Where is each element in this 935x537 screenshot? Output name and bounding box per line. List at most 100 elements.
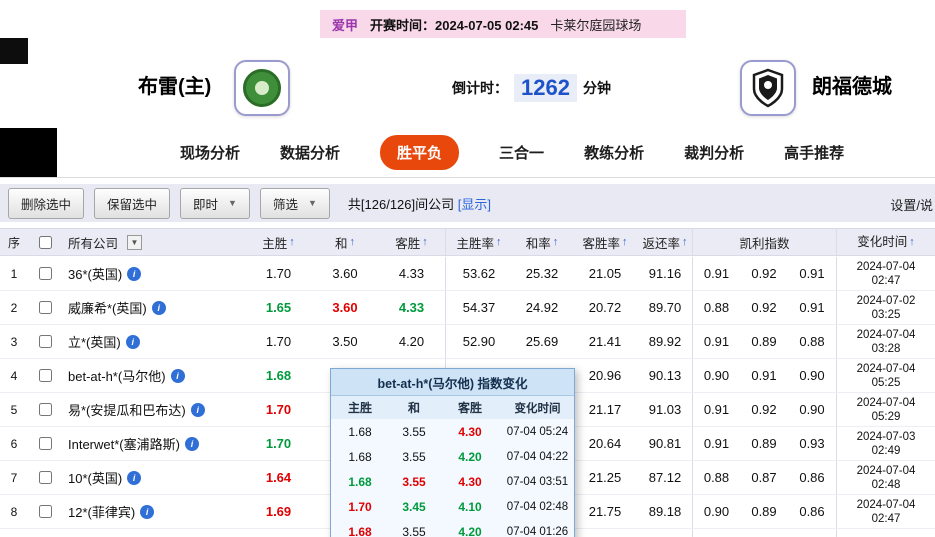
countdown-label: 倒计时： xyxy=(452,80,508,96)
kelly-draw: 0.91 xyxy=(751,368,777,383)
company-cell[interactable]: 10*(英国) i xyxy=(62,461,245,494)
company-info-icon[interactable]: i xyxy=(190,402,205,417)
popup-home-odds: 1.70 xyxy=(348,499,372,514)
away-team-logo xyxy=(740,60,796,116)
row-checkbox[interactable] xyxy=(38,437,52,450)
nav-tab-7[interactable]: 高手推荐 xyxy=(784,142,844,163)
col-home-rate[interactable]: 主胜率 ↑ xyxy=(445,229,512,255)
company-info-icon[interactable]: i xyxy=(127,266,142,281)
away-rate: 20.64 xyxy=(588,436,622,451)
nav-tab-6[interactable]: 裁判分析 xyxy=(684,142,744,163)
popup-away-odds: 4.20 xyxy=(458,524,482,537)
row-checkbox[interactable] xyxy=(38,471,52,484)
company-info-icon[interactable]: i xyxy=(170,368,185,383)
company-cell[interactable]: bet-at-h*(马尔他) i xyxy=(62,359,245,392)
col-draw-rate[interactable]: 和率 ↑ xyxy=(512,229,572,255)
company-name: 威廉希*(英国) xyxy=(68,301,147,316)
kelly-home: 0.91 xyxy=(692,427,740,460)
company-info-icon[interactable]: i xyxy=(151,300,166,315)
nav-tab-4[interactable]: 三合一 xyxy=(499,142,544,163)
company-info-icon[interactable]: i xyxy=(127,470,142,485)
row-checkbox-cell xyxy=(28,495,62,528)
table-row[interactable]: 3 立*(英国) i 1.70 3.50 4.20 52.90 25.69 21.41 89.92… xyxy=(0,325,935,359)
match-odds-page: 爱甲 开赛时间：2024-07-05 02:45 卡莱尔庭园球场 布雷(主) 倒… xyxy=(0,0,935,537)
row-checkbox[interactable] xyxy=(38,301,52,314)
filter-dropdown[interactable]: 筛选 ▼ xyxy=(259,187,330,219)
col-change-time[interactable]: 变化时间 ↑ xyxy=(836,229,935,255)
popup-away-odds: 4.30 xyxy=(458,474,482,489)
home-odds: 1.68 xyxy=(265,368,292,383)
nav-tab-3[interactable]: 胜平负 xyxy=(380,135,460,170)
row-index: 8 xyxy=(10,504,18,519)
company-cell[interactable]: 12*(菲律宾) i xyxy=(62,495,245,528)
table-row[interactable]: 1 36*(英国) i 1.70 3.60 4.33 53.62 25.32 21.05 91.1… xyxy=(0,257,935,291)
company-cell[interactable]: 易*(安提瓜和巴布达) i xyxy=(62,393,245,426)
change-date: 2024-07-04 xyxy=(856,260,916,273)
col-away-odds[interactable]: 客胜 ↑ xyxy=(378,229,445,255)
col-draw-odds[interactable]: 和 ↑ xyxy=(312,229,378,255)
draw-odds: 3.60 xyxy=(332,300,358,315)
company-name: Interwet*(塞浦路斯) xyxy=(68,437,180,452)
keep-selected-button[interactable]: 保留选中 xyxy=(94,187,171,219)
settings-link[interactable]: 设置/说 xyxy=(890,195,933,214)
row-checkbox[interactable] xyxy=(38,403,52,416)
away-crest-shield-icon xyxy=(752,68,784,108)
change-date: 2024-07-04 xyxy=(856,464,916,477)
company-info-icon[interactable]: i xyxy=(140,504,155,519)
col-away-rate[interactable]: 客胜率 ↑ xyxy=(572,229,638,255)
company-info-icon[interactable]: i xyxy=(184,436,199,451)
away-odds: 4.33 xyxy=(398,266,425,281)
nav-tab-1[interactable]: 现场分析 xyxy=(180,142,240,163)
draw-odds: 3.60 xyxy=(332,266,358,281)
company-filter-icon[interactable]: ▼ xyxy=(127,234,143,250)
kelly-away: 0.88 xyxy=(799,334,825,349)
company-cell[interactable]: 立*(英国) i xyxy=(62,325,245,358)
col-company[interactable]: 所有公司 ▼ xyxy=(62,229,245,255)
company-info-icon[interactable]: i xyxy=(125,334,140,349)
row-index: 9 xyxy=(0,529,28,537)
company-cell[interactable]: 18*i xyxy=(62,529,245,537)
filter-dropdown-label: 筛选 xyxy=(272,197,298,212)
kelly-home: 0.91 xyxy=(692,325,740,358)
select-all-checkbox[interactable] xyxy=(38,235,52,249)
nav-tab-2[interactable]: 数据分析 xyxy=(280,142,340,163)
show-link[interactable]: [显示] xyxy=(458,197,491,212)
col-home-odds[interactable]: 主胜 ↑ xyxy=(245,229,312,255)
popup-col-draw: 和 xyxy=(407,401,420,415)
nav-tab-5[interactable]: 教练分析 xyxy=(584,142,644,163)
company-cell[interactable]: 威廉希*(英国) i xyxy=(62,291,245,324)
kelly-away: 0.90 xyxy=(799,402,825,417)
change-date: 2024-07-03 xyxy=(856,430,916,443)
popup-home-odds: 1.68 xyxy=(348,524,372,537)
away-rate xyxy=(572,529,638,537)
popup-change-time: 07-04 01:26 xyxy=(506,525,569,537)
instant-dropdown[interactable]: 即时 ▼ xyxy=(180,187,250,219)
kelly-away: 0.90 xyxy=(799,368,825,383)
row-checkbox[interactable] xyxy=(38,505,52,518)
draw-rate: 25.69 xyxy=(525,334,559,349)
company-cell[interactable]: 36*(英国) i xyxy=(62,257,245,290)
popup-draw-odds: 3.55 xyxy=(402,449,426,464)
row-checkbox[interactable] xyxy=(38,267,52,280)
popup-change-time: 07-04 03:51 xyxy=(506,475,569,488)
league-badge[interactable]: 爱甲 xyxy=(332,15,358,34)
popup-away-odds: 4.10 xyxy=(458,499,482,514)
row-checkbox[interactable] xyxy=(38,369,52,382)
kelly-draw: 0.87 xyxy=(751,470,777,485)
row-index: 2 xyxy=(10,300,18,315)
company-count: 共[126/126]间公司 [显示] xyxy=(348,194,491,213)
change-date: 2024-07-04 xyxy=(856,396,916,409)
change-time: 2024-07-03 02:49 xyxy=(836,427,935,460)
row-checkbox[interactable] xyxy=(38,335,52,348)
col-payout[interactable]: 返还率 ↑ xyxy=(638,229,692,255)
kelly-home: 0.88 xyxy=(692,291,740,324)
row-checkbox-cell xyxy=(28,393,62,426)
countdown-value: 1262 xyxy=(514,74,577,102)
popup-home-odds: 1.68 xyxy=(348,474,372,489)
delete-selected-button[interactable]: 删除选中 xyxy=(8,187,85,219)
change-date: 2024-07-02 xyxy=(856,294,916,307)
change-hour: 05:29 xyxy=(871,410,901,423)
table-row[interactable]: 2 威廉希*(英国) i 1.65 3.60 4.33 54.37 24.92 20.72 89.… xyxy=(0,291,935,325)
company-cell[interactable]: Interwet*(塞浦路斯) i xyxy=(62,427,245,460)
row-index: 6 xyxy=(10,436,18,451)
